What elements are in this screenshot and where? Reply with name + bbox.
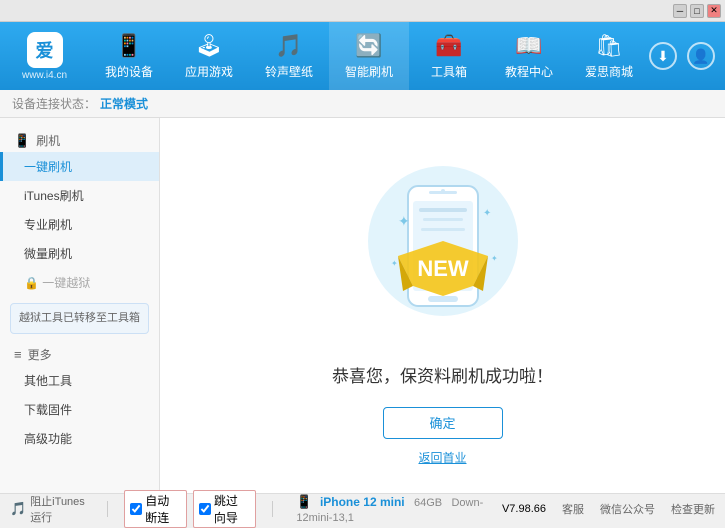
itunes-icon: 🎵 — [10, 501, 26, 517]
sidebar-micro-label: 微量刷机 — [24, 247, 72, 261]
sidebar-section-more: ≡ 更多 — [0, 340, 159, 366]
svg-text:✦: ✦ — [398, 213, 410, 229]
svg-text:NEW: NEW — [417, 256, 469, 281]
nav-items: 📱 我的设备 🕹 应用游戏 🎵 铃声壁纸 🔄 智能刷机 🧰 工具箱 📖 教程中心… — [89, 22, 649, 90]
nav-right-actions: ⬇ 👤 — [649, 42, 725, 70]
auto-disconnect-input[interactable] — [130, 503, 142, 515]
device-name: iPhone 12 mini — [320, 495, 405, 509]
confirm-button[interactable]: 确定 — [383, 407, 503, 439]
status-label: 设备连接状态： — [12, 95, 96, 112]
retry-link[interactable]: 返回首业 — [418, 449, 466, 466]
device-info: 📱 iPhone 12 mini 64GB Down-12mini-13,1 — [296, 494, 502, 524]
ringtones-icon: 🎵 — [275, 33, 302, 59]
wechat-link[interactable]: 微信公众号 — [600, 501, 655, 517]
more-section-icon: ≡ — [14, 347, 22, 362]
sidebar-itunes-label: iTunes刷机 — [24, 189, 84, 203]
main-layout: 📱 刷机 一键刷机 iTunes刷机 专业刷机 微量刷机 🔒 一键越狱 越狱工具… — [0, 118, 725, 493]
nav-my-device[interactable]: 📱 我的设备 — [89, 22, 169, 90]
sidebar-advanced-label: 高级功能 — [24, 432, 72, 446]
itunes-bar: 🎵 阻止iTunes运行 — [10, 493, 91, 525]
nav-tutorials-label: 教程中心 — [505, 63, 553, 80]
store-icon: 🛍 — [595, 33, 623, 59]
top-navigation: 爱 www.i4.cn 📱 我的设备 🕹 应用游戏 🎵 铃声壁纸 🔄 智能刷机 … — [0, 22, 725, 90]
auto-disconnect-checkbox[interactable]: 自动断连 — [124, 490, 187, 528]
success-message: 恭喜您，保资料刷机成功啦！ — [332, 362, 553, 387]
tutorials-icon: 📖 — [515, 33, 542, 59]
divider2 — [272, 501, 273, 517]
sidebar-disabled-jailbreak: 🔒 一键越狱 — [0, 268, 159, 297]
svg-text:✦: ✦ — [483, 208, 491, 219]
version-label: V7.98.66 — [502, 503, 546, 515]
flash-section-icon: 📱 — [14, 133, 30, 149]
status-value: 正常模式 — [100, 95, 148, 112]
nav-store-label: 爱思商城 — [585, 63, 633, 80]
sidebar-section-flash-label: 刷机 — [36, 132, 60, 149]
sidebar-item-pro-flash[interactable]: 专业刷机 — [0, 210, 159, 239]
success-svg: NEW ✦ ✦ ✦ ✦ — [343, 146, 543, 346]
nav-toolbox-label: 工具箱 — [431, 63, 467, 80]
sidebar-item-one-key-flash[interactable]: 一键刷机 — [0, 152, 159, 181]
logo-subtext: www.i4.cn — [22, 70, 67, 81]
logo-area: 爱 www.i4.cn — [0, 32, 89, 81]
bottom-left-section: 🎵 阻止iTunes运行 自动断连 跳过向导 📱 iPhone 12 mini … — [10, 490, 502, 528]
nav-smart-flash-label: 智能刷机 — [345, 63, 393, 80]
download-button[interactable]: ⬇ — [649, 42, 677, 70]
minimize-button[interactable]: ─ — [673, 4, 687, 18]
nav-apps-games-label: 应用游戏 — [185, 63, 233, 80]
status-bar: 设备连接状态： 正常模式 — [0, 90, 725, 118]
bottom-bar: 🎵 阻止iTunes运行 自动断连 跳过向导 📱 iPhone 12 mini … — [0, 493, 725, 523]
apps-games-icon: 🕹 — [195, 33, 223, 59]
sidebar-download-firmware-label: 下载固件 — [24, 403, 72, 417]
svg-text:✦: ✦ — [491, 254, 498, 263]
sidebar-section-flash: 📱 刷机 — [0, 126, 159, 152]
title-bar: ─ □ ✕ — [0, 0, 725, 22]
my-device-icon: 📱 — [115, 33, 142, 59]
maximize-button[interactable]: □ — [690, 4, 704, 18]
sidebar: 📱 刷机 一键刷机 iTunes刷机 专业刷机 微量刷机 🔒 一键越狱 越狱工具… — [0, 118, 160, 493]
nav-toolbox[interactable]: 🧰 工具箱 — [409, 22, 489, 90]
check-update-link[interactable]: 检查更新 — [671, 501, 715, 517]
nav-tutorials[interactable]: 📖 教程中心 — [489, 22, 569, 90]
itunes-label: 阻止iTunes运行 — [30, 493, 91, 525]
nav-ringtones[interactable]: 🎵 铃声壁纸 — [249, 22, 329, 90]
nav-ringtones-label: 铃声壁纸 — [265, 63, 313, 80]
bottom-checkboxes: 自动断连 跳过向导 — [124, 490, 255, 528]
nav-store[interactable]: 🛍 爱思商城 — [569, 22, 649, 90]
sidebar-info-box: 越狱工具已转移至工具箱 — [10, 303, 149, 334]
sidebar-section-more-label: 更多 — [28, 346, 52, 363]
sidebar-item-other-tools[interactable]: 其他工具 — [0, 366, 159, 395]
logo-icon: 爱 — [27, 32, 63, 68]
svg-text:✦: ✦ — [391, 259, 398, 268]
sidebar-item-micro-flash[interactable]: 微量刷机 — [0, 239, 159, 268]
sidebar-pro-label: 专业刷机 — [24, 218, 72, 232]
auto-disconnect-label: 自动断连 — [145, 492, 181, 526]
sidebar-item-download-firmware[interactable]: 下载固件 — [0, 395, 159, 424]
sidebar-info-text: 越狱工具已转移至工具箱 — [19, 312, 140, 324]
sidebar-item-itunes-flash[interactable]: iTunes刷机 — [0, 181, 159, 210]
device-capacity: 64GB — [414, 497, 442, 509]
close-button[interactable]: ✕ — [707, 4, 721, 18]
sidebar-other-tools-label: 其他工具 — [24, 374, 72, 388]
nav-smart-flash[interactable]: 🔄 智能刷机 — [329, 22, 409, 90]
nav-my-device-label: 我的设备 — [105, 63, 153, 80]
sidebar-one-key-label: 一键刷机 — [24, 160, 72, 174]
device-phone-icon: 📱 — [296, 494, 312, 509]
nav-apps-games[interactable]: 🕹 应用游戏 — [169, 22, 249, 90]
toolbox-icon: 🧰 — [435, 33, 462, 59]
smart-flash-icon: 🔄 — [355, 33, 382, 59]
support-link[interactable]: 客服 — [562, 501, 584, 517]
bottom-right-section: V7.98.66 客服 微信公众号 检查更新 — [502, 501, 715, 517]
skip-wizard-input[interactable] — [199, 503, 211, 515]
content-area: NEW ✦ ✦ ✦ ✦ 恭喜您，保资料刷机成功啦！ 确定 返回首业 — [160, 118, 725, 493]
skip-wizard-checkbox[interactable]: 跳过向导 — [193, 490, 256, 528]
user-button[interactable]: 👤 — [687, 42, 715, 70]
success-illustration: NEW ✦ ✦ ✦ ✦ — [343, 146, 543, 346]
skip-wizard-label: 跳过向导 — [214, 492, 250, 526]
sidebar-item-advanced[interactable]: 高级功能 — [0, 424, 159, 453]
divider — [107, 501, 108, 517]
